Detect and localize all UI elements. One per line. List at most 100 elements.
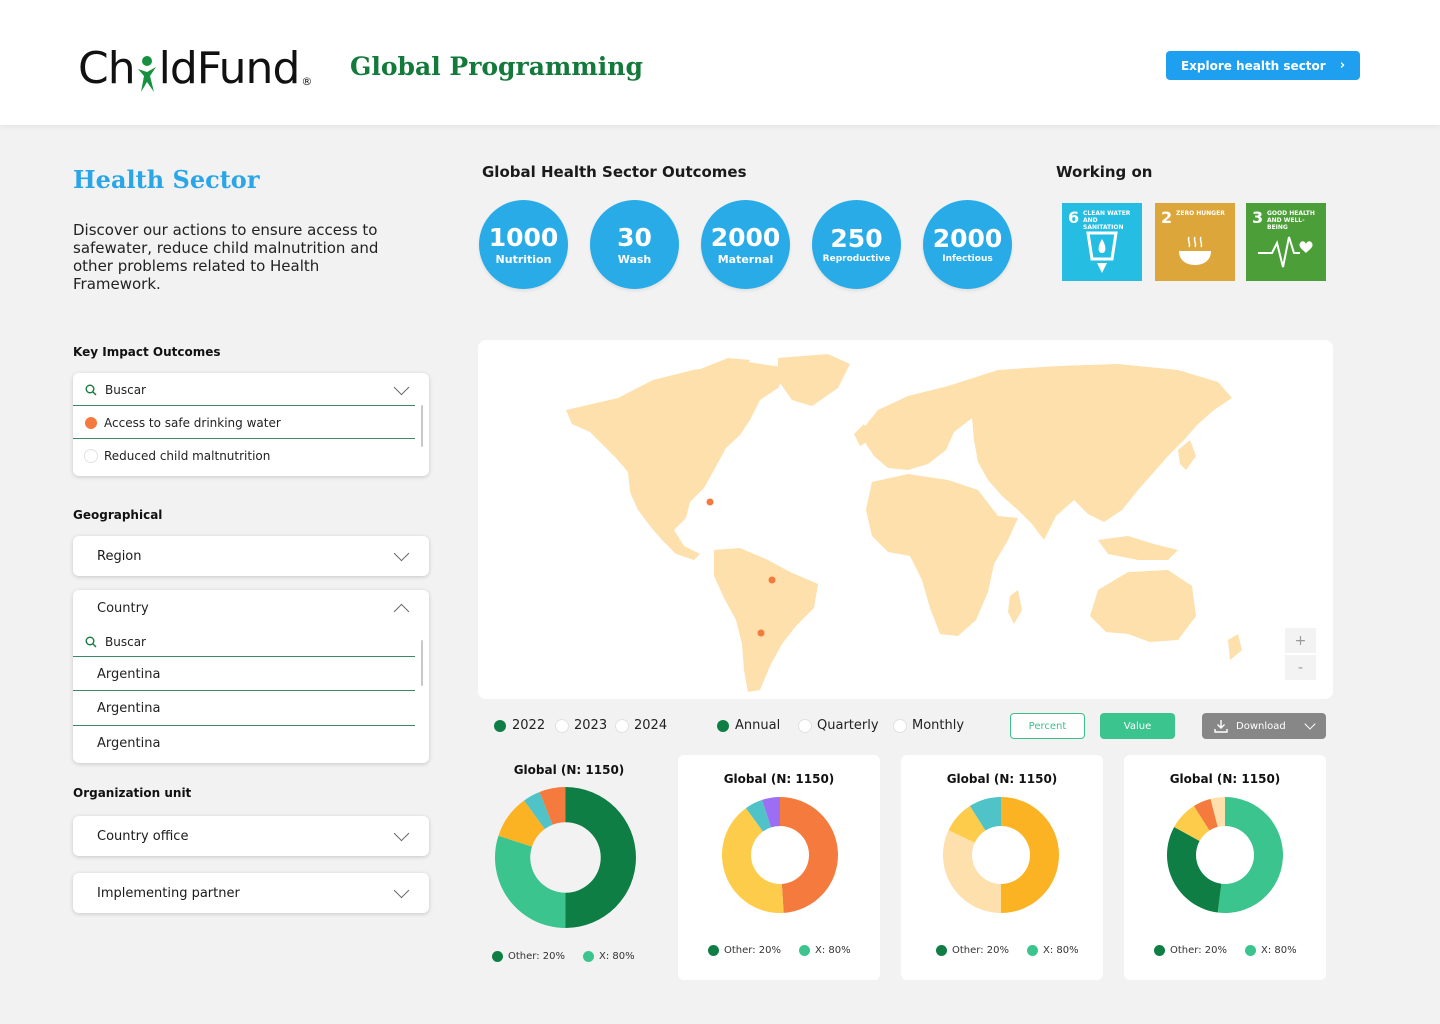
implementing-partner-select[interactable]: Implementing partner — [73, 873, 429, 913]
childfund-logo[interactable]: Ch ldFund ® — [78, 43, 312, 94]
key-impact-search-placeholder: Buscar — [105, 382, 146, 397]
program-title: Global Programming — [350, 52, 643, 81]
option-label: Reduced child maltnutrition — [104, 448, 271, 463]
donut-slice[interactable] — [1217, 797, 1283, 913]
legend-swatch — [492, 951, 503, 962]
donut-slice[interactable] — [1001, 797, 1059, 913]
logo-text-left: Ch — [78, 43, 136, 94]
legend-swatch — [799, 945, 810, 956]
chevron-down-icon[interactable] — [393, 379, 410, 395]
radio-selected-icon — [717, 719, 729, 732]
radio-label: 2022 — [512, 718, 546, 733]
year-2023-radio[interactable]: 2023 — [556, 718, 607, 733]
country-office-select[interactable]: Country office — [73, 816, 429, 856]
legend-label: X: 80% — [1043, 945, 1079, 956]
outcome-maternal[interactable]: 2000 Maternal — [701, 200, 790, 289]
japan-shape — [1178, 440, 1196, 470]
radio-icon — [799, 719, 811, 732]
year-2024-radio[interactable]: 2024 — [616, 718, 667, 733]
outcome-label: Infectious — [942, 254, 993, 264]
chevron-down-icon — [393, 825, 410, 842]
zoom-out-button[interactable]: - — [1285, 655, 1316, 680]
country-search-placeholder: Buscar — [105, 634, 146, 649]
country-search[interactable]: Buscar — [73, 626, 429, 657]
donut-slice[interactable] — [495, 835, 566, 928]
key-impact-option-malnutrition[interactable]: Reduced child maltnutrition — [73, 439, 429, 472]
unselected-radio-icon — [85, 449, 97, 462]
key-impact-dropdown: Buscar Access to safe drinking water Red… — [73, 373, 429, 476]
working-on-title: Working on — [1056, 163, 1153, 181]
sdg-6-tile[interactable]: 6 CLEAN WATER AND SANITATION — [1062, 203, 1142, 281]
registered-mark: ® — [301, 75, 312, 88]
greenland-shape — [778, 354, 850, 406]
year-2022-radio[interactable]: 2022 — [494, 718, 545, 733]
key-impact-option-water[interactable]: Access to safe drinking water — [73, 406, 429, 439]
sdg-3-tile[interactable]: 3 GOOD HEALTH AND WELL-BEING — [1246, 203, 1326, 281]
map-marker[interactable] — [706, 498, 714, 506]
period-quarterly-radio[interactable]: Quarterly — [799, 718, 879, 733]
region-select[interactable]: Region — [73, 536, 429, 576]
legend-swatch — [1027, 945, 1038, 956]
new-zealand-shape — [1228, 634, 1242, 660]
australia-shape — [1090, 570, 1196, 642]
land-masses — [566, 354, 1242, 692]
value-toggle[interactable]: Value — [1100, 713, 1175, 739]
south-america-shape — [714, 548, 818, 692]
outcome-label: Wash — [617, 252, 652, 266]
download-button[interactable]: Download — [1202, 713, 1326, 739]
legend-x: X: 80% — [799, 945, 851, 956]
legend-label: X: 80% — [815, 945, 851, 956]
outcome-wash[interactable]: 30 Wash — [590, 200, 679, 289]
donut-svg — [495, 787, 636, 928]
scrollbar[interactable] — [421, 640, 423, 686]
country-option[interactable]: Argentina — [73, 726, 429, 761]
country-select-header[interactable]: Country — [73, 590, 429, 626]
chevron-down-icon — [393, 882, 410, 899]
child-figure-icon — [136, 54, 158, 94]
option-label: Access to safe drinking water — [104, 415, 281, 430]
country-label: Country — [97, 600, 149, 616]
country-option[interactable]: Argentina — [73, 657, 429, 691]
chevron-up-icon — [393, 603, 410, 620]
chart-title: Global (N: 1150) — [1169, 772, 1281, 786]
donut-slice[interactable] — [943, 830, 1001, 913]
outcome-label: Maternal — [717, 252, 774, 266]
key-impact-search[interactable]: Buscar — [73, 373, 429, 406]
donut-svg — [722, 797, 838, 913]
donut-svg — [1167, 797, 1283, 913]
donut-slice[interactable] — [780, 797, 838, 913]
country-option[interactable]: Argentina — [73, 691, 429, 726]
download-icon — [1214, 720, 1228, 733]
legend-swatch — [583, 951, 594, 962]
chevron-down-icon — [393, 545, 410, 562]
donut-chart-2: Global (N: 1150) Other: 20% X: 80% — [678, 755, 880, 980]
world-map[interactable] — [478, 340, 1333, 699]
donut-slice[interactable] — [565, 787, 636, 928]
implementing-partner-label: Implementing partner — [97, 885, 240, 901]
donut-slice[interactable] — [1167, 827, 1222, 913]
period-annual-radio[interactable]: Annual — [717, 718, 780, 733]
donut-svg — [943, 797, 1059, 913]
outcome-reproductive[interactable]: 250 Reproductive — [812, 200, 901, 289]
legend-other: Other: 20% — [1154, 945, 1227, 956]
outcome-label: Reproductive — [822, 254, 891, 264]
sdg-2-tile[interactable]: 2 ZERO HUNGER — [1155, 203, 1235, 281]
map-marker[interactable] — [757, 629, 765, 637]
period-monthly-radio[interactable]: Monthly — [894, 718, 964, 733]
explore-health-sector-button[interactable]: Explore health sector › — [1166, 51, 1360, 80]
outcome-nutrition[interactable]: 1000 Nutrition — [479, 200, 568, 289]
zoom-in-button[interactable]: + — [1285, 628, 1316, 653]
scrollbar[interactable] — [421, 405, 423, 447]
chart-title: Global (N: 1150) — [946, 772, 1058, 786]
map-marker[interactable] — [768, 576, 776, 584]
chart-title: Global (N: 1150) — [513, 763, 625, 777]
legend-swatch — [1245, 945, 1256, 956]
outcome-infectious[interactable]: 2000 Infectious — [923, 200, 1012, 289]
percent-toggle[interactable]: Percent — [1010, 713, 1085, 739]
top-header: Ch ldFund ® Global Programming Explore h… — [0, 0, 1440, 125]
radio-icon — [616, 719, 628, 732]
legend-label: Other: 20% — [508, 951, 565, 962]
key-impact-label: Key Impact Outcomes — [73, 345, 221, 359]
indonesia-shape — [1098, 536, 1178, 560]
radio-icon — [894, 719, 906, 732]
